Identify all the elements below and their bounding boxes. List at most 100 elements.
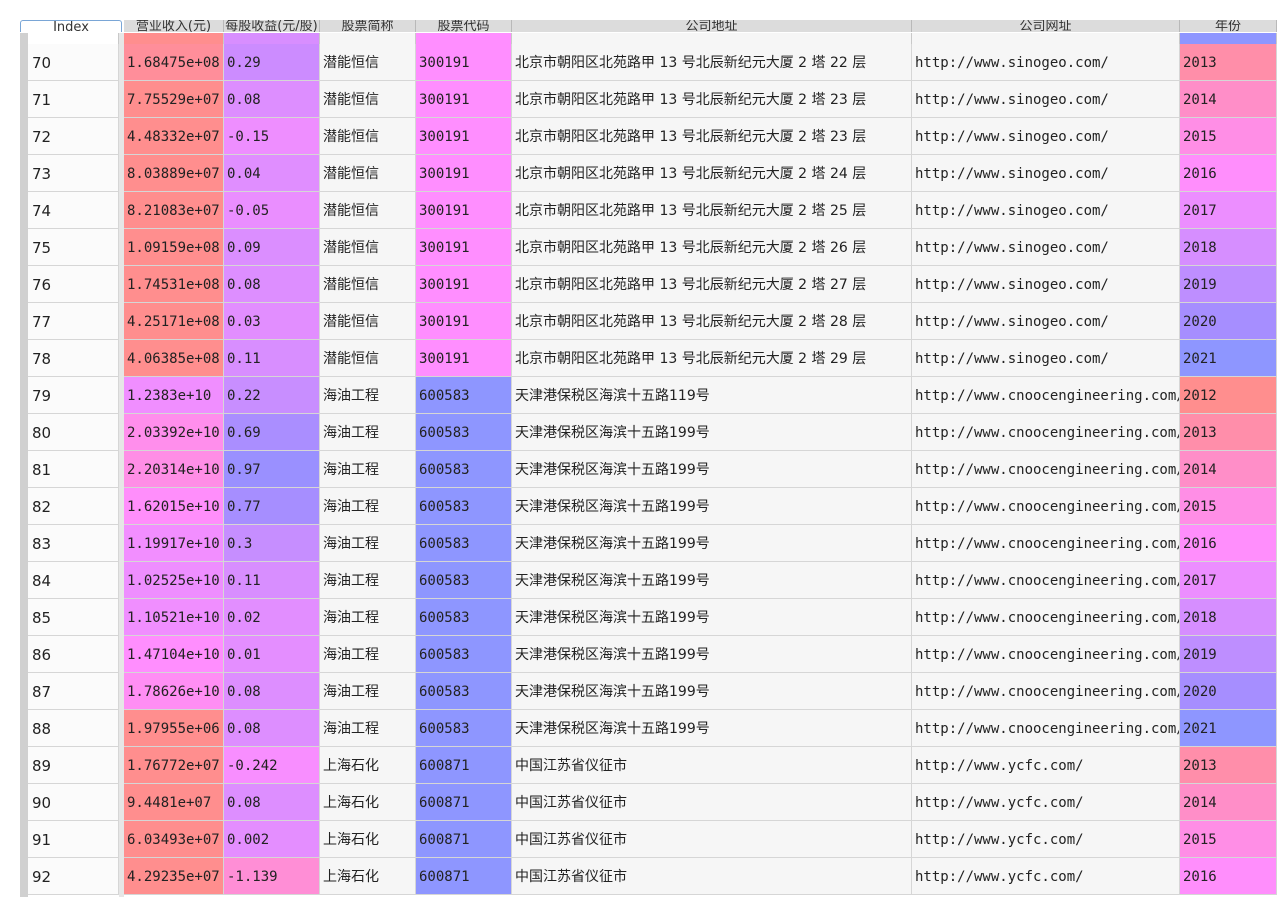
cell-address[interactable]: 天津港保税区海滨十五路199号 xyxy=(512,488,912,525)
cell-name[interactable]: 潜能恒信 xyxy=(320,229,416,266)
cell-year[interactable]: 2017 xyxy=(1180,192,1277,229)
cell-revenue[interactable]: 8.21083e+07 xyxy=(124,192,224,229)
cell-name[interactable]: 潜能恒信 xyxy=(320,303,416,340)
cell-code[interactable]: 300191 xyxy=(416,192,512,229)
cell-revenue[interactable]: 1.74531e+08 xyxy=(124,266,224,303)
cell-year[interactable]: 2015 xyxy=(1180,821,1277,858)
cell-index[interactable]: 87 xyxy=(28,673,119,710)
cell-year[interactable]: 2013 xyxy=(1180,44,1277,81)
cell-website[interactable]: http://www.sinogeo.com/ xyxy=(912,81,1180,118)
cell-website[interactable]: http://www.cnoocengineering.com/ xyxy=(912,525,1180,562)
cell-index[interactable]: 89 xyxy=(28,747,119,784)
cell-revenue[interactable]: 1.62015e+10 xyxy=(124,488,224,525)
cell-year[interactable]: 2013 xyxy=(1180,414,1277,451)
cell-year[interactable]: 2018 xyxy=(1180,229,1277,266)
cell-index[interactable]: 91 xyxy=(28,821,119,858)
cell-address[interactable]: 天津港保税区海滨十五路199号 xyxy=(512,414,912,451)
cell-website[interactable]: http://www.cnoocengineering.com/ xyxy=(912,488,1180,525)
cell-eps[interactable]: 0.69 xyxy=(224,414,320,451)
cell-website[interactable]: http://www.sinogeo.com/ xyxy=(912,44,1180,81)
cell-year[interactable]: 2012 xyxy=(1180,377,1277,414)
cell-address[interactable]: 中国江苏省仪征市 xyxy=(512,858,912,895)
cell-website[interactable]: http://www.cnoocengineering.com/ xyxy=(912,673,1180,710)
cell-name[interactable]: 海油工程 xyxy=(320,377,416,414)
cell-index[interactable]: 86 xyxy=(28,636,119,673)
cell-revenue[interactable]: 9.4481e+07 xyxy=(124,784,224,821)
cell-name[interactable]: 海油工程 xyxy=(320,599,416,636)
cell-code[interactable]: 600871 xyxy=(416,858,512,895)
cell-name[interactable]: 潜能恒信 xyxy=(320,155,416,192)
cell-address[interactable]: 北京市朝阳区北苑路甲 13 号北辰新纪元大厦 2 塔 27 层 xyxy=(512,266,912,303)
cell-name[interactable]: 上海石化 xyxy=(320,747,416,784)
cell-name[interactable]: 上海石化 xyxy=(320,858,416,895)
cell-address[interactable]: 天津港保税区海滨十五路199号 xyxy=(512,599,912,636)
cell-revenue[interactable]: 4.06385e+08 xyxy=(124,340,224,377)
cell-index[interactable]: 74 xyxy=(28,192,119,229)
cell-year[interactable]: 2019 xyxy=(1180,266,1277,303)
cell-address[interactable]: 天津港保税区海滨十五路199号 xyxy=(512,710,912,747)
cell-index[interactable]: 76 xyxy=(28,266,119,303)
cell-eps[interactable]: 0.08 xyxy=(224,710,320,747)
column-header-website[interactable]: 公司网址 xyxy=(912,20,1180,32)
cell-name[interactable]: 海油工程 xyxy=(320,451,416,488)
cell-year[interactable]: 2016 xyxy=(1180,858,1277,895)
cell-index[interactable]: 90 xyxy=(28,784,119,821)
cell-index[interactable]: 84 xyxy=(28,562,119,599)
cell-revenue[interactable]: 1.76772e+07 xyxy=(124,747,224,784)
cell-eps[interactable]: 0.08 xyxy=(224,266,320,303)
cell-address[interactable]: 天津港保税区海滨十五路199号 xyxy=(512,636,912,673)
cell-website[interactable]: http://www.sinogeo.com/ xyxy=(912,229,1180,266)
cell-year[interactable]: 2017 xyxy=(1180,562,1277,599)
cell-year[interactable]: 2014 xyxy=(1180,784,1277,821)
cell-name[interactable]: 海油工程 xyxy=(320,488,416,525)
cell-code[interactable]: 600871 xyxy=(416,784,512,821)
cell-revenue[interactable]: 1.09159e+08 xyxy=(124,229,224,266)
cell-name[interactable]: 潜能恒信 xyxy=(320,192,416,229)
cell-eps[interactable]: 0.01 xyxy=(224,636,320,673)
cell-year[interactable]: 2020 xyxy=(1180,673,1277,710)
cell-website[interactable]: http://www.sinogeo.com/ xyxy=(912,340,1180,377)
cell-year[interactable]: 2014 xyxy=(1180,81,1277,118)
cell-code[interactable]: 600583 xyxy=(416,562,512,599)
cell-revenue[interactable]: 1.19917e+10 xyxy=(124,525,224,562)
column-header-address[interactable]: 公司地址 xyxy=(512,20,912,32)
cell-eps[interactable]: -1.139 xyxy=(224,858,320,895)
cell-name[interactable]: 海油工程 xyxy=(320,710,416,747)
cell-code[interactable]: 300191 xyxy=(416,44,512,81)
cell-index[interactable]: 71 xyxy=(28,81,119,118)
cell-name[interactable]: 潜能恒信 xyxy=(320,340,416,377)
cell-eps[interactable]: -0.15 xyxy=(224,118,320,155)
cell-address[interactable]: 中国江苏省仪征市 xyxy=(512,784,912,821)
cell-revenue[interactable]: 2.03392e+10 xyxy=(124,414,224,451)
cell-eps[interactable]: 0.22 xyxy=(224,377,320,414)
cell-address[interactable]: 北京市朝阳区北苑路甲 13 号北辰新纪元大厦 2 塔 25 层 xyxy=(512,192,912,229)
cell-address[interactable]: 北京市朝阳区北苑路甲 13 号北辰新纪元大厦 2 塔 24 层 xyxy=(512,155,912,192)
cell-eps[interactable]: 0.11 xyxy=(224,562,320,599)
cell-revenue[interactable]: 1.68475e+08 xyxy=(124,44,224,81)
cell-code[interactable]: 600871 xyxy=(416,821,512,858)
cell-eps[interactable]: 0.09 xyxy=(224,229,320,266)
cell-name[interactable]: 上海石化 xyxy=(320,784,416,821)
cell-year[interactable]: 2015 xyxy=(1180,488,1277,525)
cell-index[interactable]: 92 xyxy=(28,858,119,895)
cell-address[interactable]: 北京市朝阳区北苑路甲 13 号北辰新纪元大厦 2 塔 23 层 xyxy=(512,118,912,155)
cell-website[interactable]: http://www.ycfc.com/ xyxy=(912,821,1180,858)
cell-revenue[interactable]: 6.03493e+07 xyxy=(124,821,224,858)
cell-website[interactable]: http://www.sinogeo.com/ xyxy=(912,118,1180,155)
cell-revenue[interactable]: 1.78626e+10 xyxy=(124,673,224,710)
cell-eps[interactable]: 0.08 xyxy=(224,784,320,821)
cell-name[interactable]: 潜能恒信 xyxy=(320,44,416,81)
cell-eps[interactable]: 0.02 xyxy=(224,599,320,636)
cell-name[interactable]: 上海石化 xyxy=(320,821,416,858)
cell-address[interactable]: 北京市朝阳区北苑路甲 13 号北辰新纪元大厦 2 塔 22 层 xyxy=(512,44,912,81)
cell-eps[interactable]: -0.242 xyxy=(224,747,320,784)
cell-revenue[interactable]: 1.47104e+10 xyxy=(124,636,224,673)
cell-website[interactable]: http://www.cnoocengineering.com/ xyxy=(912,377,1180,414)
cell-code[interactable]: 600583 xyxy=(416,525,512,562)
cell-name[interactable]: 海油工程 xyxy=(320,525,416,562)
cell-website[interactable]: http://www.cnoocengineering.com/ xyxy=(912,636,1180,673)
cell-name[interactable]: 潜能恒信 xyxy=(320,266,416,303)
cell-name[interactable]: 海油工程 xyxy=(320,636,416,673)
cell-eps[interactable]: 0.29 xyxy=(224,44,320,81)
cell-code[interactable]: 300191 xyxy=(416,81,512,118)
